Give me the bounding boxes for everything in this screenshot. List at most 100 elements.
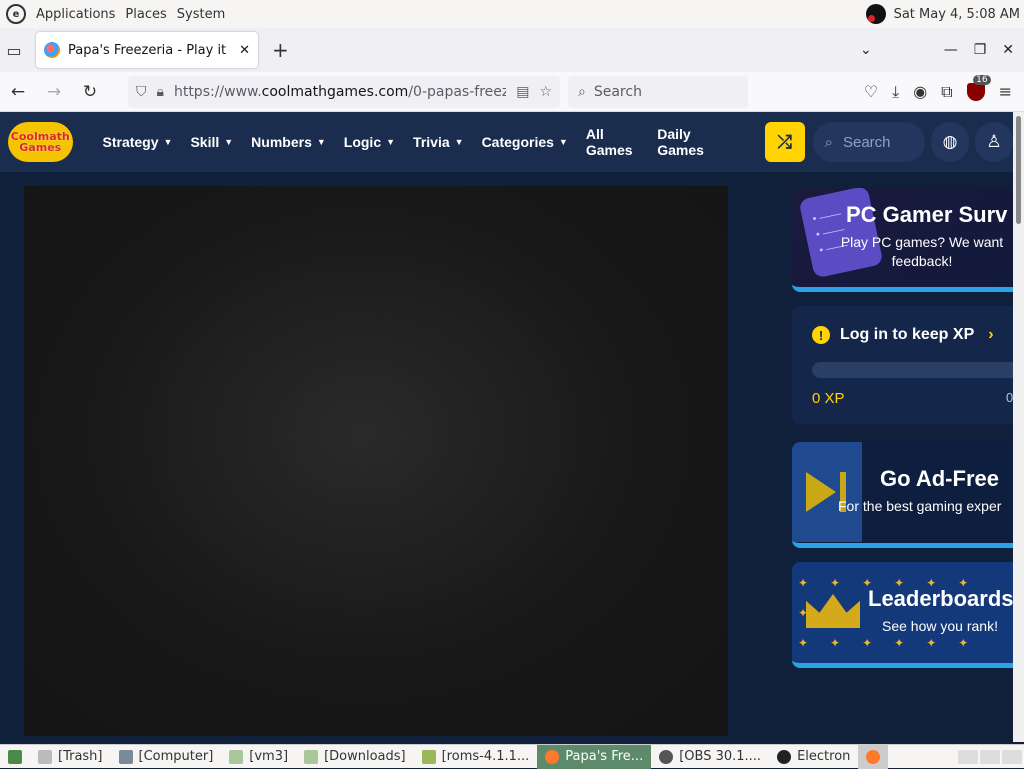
adfree-subtitle: For the best gaming exper — [838, 498, 1002, 514]
leaderboards-subtitle: See how you rank! — [882, 618, 998, 634]
downloads-icon[interactable]: ⤓ — [892, 82, 899, 102]
minimize-icon[interactable]: — — [944, 42, 958, 58]
logo-line-2: Games — [19, 141, 62, 154]
chevron-right-icon: › — [988, 326, 994, 343]
tab-strip: ▭ Papa's Freezeria - Play it On ✕ + ⌄ — … — [0, 28, 1024, 72]
obs-tray-icon[interactable] — [865, 4, 886, 24]
firefox-icon — [866, 749, 881, 764]
chevron-down-icon: ▼ — [316, 137, 326, 147]
show-desktop-button[interactable] — [0, 745, 30, 769]
xp-next-value: 0 — [1006, 390, 1013, 405]
workspace-switcher[interactable] — [956, 745, 1024, 769]
folder-icon — [229, 749, 244, 764]
chevron-down-icon: ▼ — [163, 137, 173, 147]
taskbar-firefox-launcher[interactable] — [858, 744, 889, 769]
reader-view-icon[interactable]: ▤ — [516, 84, 529, 100]
url-bar[interactable]: ⛉ 🔒︎ https://www.coolmathgames.com/0-pap… — [128, 75, 560, 108]
taskbar-item-computer[interactable]: [Computer] — [111, 745, 222, 769]
shuffle-icon: ⤮ — [777, 131, 792, 153]
computer-icon — [118, 749, 133, 764]
close-window-icon[interactable]: ✕ — [1002, 42, 1014, 58]
chevron-down-icon: ▼ — [454, 137, 464, 147]
list-all-tabs-icon[interactable]: ⌄ — [860, 42, 872, 58]
app-menu-icon[interactable]: ≡ — [999, 82, 1012, 101]
reload-button[interactable]: ↻ — [72, 74, 108, 110]
firefox-icon — [545, 749, 560, 764]
page-scrollbar[interactable] — [1013, 112, 1024, 742]
account-icon[interactable]: ◉ — [913, 82, 927, 101]
taskbar-item-vm3[interactable]: [vm3] — [221, 745, 296, 769]
nav-numbers[interactable]: Numbers ▼ — [251, 126, 326, 158]
random-game-button[interactable]: ⤮ — [764, 122, 805, 162]
warning-icon: ! — [812, 326, 830, 344]
workspace-2[interactable] — [980, 749, 1000, 764]
coolmath-logo[interactable]: Coolmath Games — [8, 122, 73, 162]
nav-skill[interactable]: Skill ▼ — [190, 126, 233, 158]
nav-strategy[interactable]: Strategy ▼ — [103, 126, 173, 158]
folder-icon — [304, 749, 319, 764]
xp-progress-bar — [812, 362, 1013, 378]
xp-title: Log in to keep XP — [840, 326, 975, 343]
forward-button[interactable]: → — [36, 74, 72, 110]
taskbar-item-downloads[interactable]: [Downloads] — [296, 745, 414, 769]
navigation-toolbar: ← → ↻ ⛉ 🔒︎ https://www.coolmathgames.com… — [0, 72, 1024, 112]
scrollbar-thumb[interactable] — [1016, 116, 1021, 224]
browser-search-placeholder: Search — [593, 83, 642, 100]
search-icon: ⌕ — [824, 133, 833, 151]
active-tab[interactable]: Papa's Freezeria - Play it On ✕ — [36, 32, 258, 68]
bookmark-star-icon[interactable]: ☆ — [539, 84, 552, 100]
desktop-icon — [8, 749, 22, 764]
firefox-view-icon[interactable]: ▭ — [0, 36, 28, 64]
xp-header[interactable]: ! Log in to keep XP › — [812, 326, 994, 344]
extensions-icon[interactable]: ⧉ — [941, 82, 952, 102]
trash-icon — [38, 749, 52, 764]
taskbar-item-roms[interactable]: [roms-4.1.1... — [414, 745, 538, 769]
tab-close-icon[interactable]: ✕ — [239, 43, 250, 58]
workspace-1[interactable] — [958, 749, 978, 764]
applications-menu[interactable]: Applications — [36, 7, 115, 22]
language-button[interactable]: ◍ — [931, 122, 970, 162]
system-menu[interactable]: System — [177, 7, 225, 22]
taskbar-item-firefox[interactable]: Papa's Fre... — [537, 744, 652, 769]
maximize-icon[interactable]: ❐ — [974, 42, 987, 58]
workspace-3[interactable] — [1002, 749, 1022, 764]
ublock-icon[interactable]: 16 — [966, 74, 991, 101]
panel-menus: e Applications Places System — [0, 4, 225, 24]
pocket-icon[interactable]: ♡ — [864, 82, 878, 101]
account-button[interactable]: ♙ — [975, 122, 1013, 162]
chevron-down-icon: ▼ — [386, 137, 396, 147]
user-icon: ♙ — [986, 132, 1002, 152]
site-search-input[interactable]: ⌕ Search — [812, 122, 926, 162]
tab-title: Papa's Freezeria - Play it On — [68, 42, 232, 58]
ublock-badge: 16 — [973, 74, 991, 85]
nav-categories[interactable]: Categories ▼ — [482, 126, 568, 158]
xp-card[interactable]: ! Log in to keep XP › 0 XP 0 — [792, 306, 1013, 424]
leaderboards-card[interactable]: ✦✦✦✦✦✦✦✦ ✦✦✦✦✦✦✦✦ ✦✦✦✦✦✦✦✦ Leaderboards … — [792, 562, 1013, 668]
tracking-shield-icon[interactable]: ⛉ — [136, 84, 147, 100]
browser-search-bar[interactable]: ⌕ Search — [568, 75, 748, 108]
xp-value: 0 XP — [812, 390, 845, 407]
url-text: https://www.coolmathgames.com/0-papas-fr… — [173, 83, 507, 100]
back-button[interactable]: ← — [0, 74, 36, 110]
panel-right: Sat May 4, 5:08 AM — [865, 4, 1024, 24]
window-controls: ⌄ — ❐ ✕ — [860, 42, 1024, 58]
taskbar-item-electron[interactable]: Electron — [769, 745, 858, 769]
game-frame[interactable] — [24, 186, 728, 736]
taskbar-item-trash[interactable]: [Trash] — [30, 745, 111, 769]
archive-icon — [421, 749, 436, 764]
new-tab-button[interactable]: + — [272, 38, 289, 62]
nav-all-games[interactable]: All Games — [586, 126, 639, 158]
go-ad-free-card[interactable]: Go Ad-Free For the best gaming exper — [792, 442, 1013, 548]
electron-icon — [777, 749, 792, 764]
nav-trivia[interactable]: Trivia ▼ — [413, 126, 464, 158]
chevron-down-icon: ▼ — [558, 137, 568, 147]
clock[interactable]: Sat May 4, 5:08 AM — [894, 7, 1020, 22]
lock-icon[interactable]: 🔒︎ — [157, 84, 164, 100]
places-menu[interactable]: Places — [125, 7, 166, 22]
globe-icon: ◍ — [942, 132, 958, 152]
nav-daily-games[interactable]: Daily Games — [657, 126, 723, 158]
nav-logic[interactable]: Logic ▼ — [344, 126, 395, 158]
taskbar-item-obs[interactable]: [OBS 30.1.... — [651, 745, 769, 769]
pc-gamer-survey-card[interactable]: PC Gamer Surv Play PC games? We want fee… — [792, 188, 1013, 292]
distro-logo-icon[interactable]: e — [6, 4, 26, 24]
